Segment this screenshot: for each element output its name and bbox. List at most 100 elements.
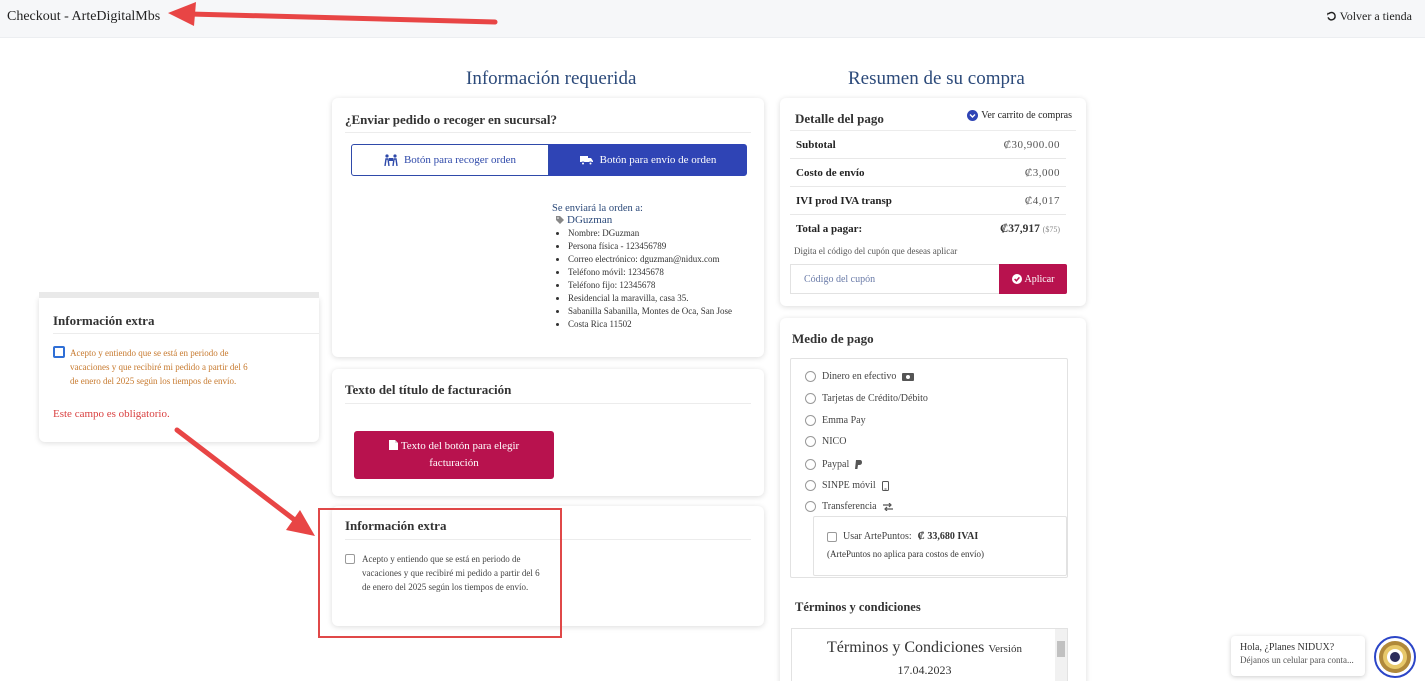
total-value: ₡37,917	[999, 223, 1040, 235]
required-error-text: Este campo es obligatorio.	[53, 408, 170, 420]
summary-row-subtotal: Subtotal ₡30,900.00	[790, 131, 1066, 159]
payment-option-label: Dinero en efectivo	[822, 371, 897, 382]
annotation-highlight-box	[318, 508, 562, 638]
summary-row-value: ₡4,017	[1024, 194, 1060, 207]
extra-info-title: Información extra	[53, 313, 155, 328]
terms-version-label: Versión	[988, 643, 1022, 655]
divider	[53, 333, 319, 334]
scrollbar-thumb[interactable]	[1057, 641, 1065, 657]
summary-row-label: Costo de envío	[796, 166, 865, 179]
radio-button[interactable]	[805, 371, 816, 382]
shipping-toggle: Botón para recoger orden Botón para enví…	[351, 144, 747, 176]
address-line: Nombre: DGuzman	[568, 227, 732, 240]
radio-button[interactable]	[805, 459, 816, 470]
annotation-arrow-extra-info	[174, 427, 315, 536]
address-line: Teléfono fijo: 12345678	[568, 279, 732, 292]
payment-option-label: Tarjetas de Crédito/Débito	[822, 393, 928, 404]
terms-scrollbar[interactable]	[1055, 629, 1067, 681]
apply-coupon-label: Aplicar	[1024, 273, 1055, 285]
summary-row-tax: IVI prod IVA transp ₡4,017	[790, 187, 1066, 215]
total-label: Total a pagar:	[796, 223, 863, 235]
payment-option-label: Transferencia	[822, 501, 877, 512]
terms-doc-heading: Términos y Condiciones Versión	[792, 639, 1057, 657]
payment-method-title: Medio de pago	[792, 331, 874, 346]
payment-options-box: Dinero en efectivo Tarjetas de Crédito/D…	[790, 358, 1068, 578]
chat-line-1: Hola, ¿Planes NIDUX?	[1240, 642, 1335, 653]
vacation-checkbox-invalid[interactable]	[53, 346, 65, 358]
file-icon	[388, 440, 398, 450]
radio-button[interactable]	[805, 436, 816, 447]
terms-title: Términos y condiciones	[795, 600, 921, 614]
summary-row-label: Subtotal	[796, 138, 836, 151]
shipping-card: ¿Enviar pedido o recoger en sucursal? Bo…	[332, 98, 764, 357]
choose-billing-button[interactable]: Texto del botón para elegir facturación	[354, 431, 554, 479]
chat-bubble[interactable]: Hola, ¿Planes NIDUX? Déjanos un celular …	[1231, 636, 1365, 676]
floating-extra-info-card: Información extra Acepto y entiendo que …	[39, 292, 319, 442]
payment-option-label: SINPE móvil	[822, 480, 876, 491]
billing-card: Texto del título de facturación Texto de…	[332, 369, 764, 496]
payment-detail-card: Detalle del pago Ver carrito de compras …	[780, 98, 1086, 306]
view-cart-label: Ver carrito de compras	[981, 110, 1072, 121]
payment-option-emma-pay[interactable]: Emma Pay	[805, 415, 866, 426]
undo-icon	[1326, 11, 1336, 21]
summary-row-shipping: Costo de envío ₡3,000	[790, 159, 1066, 187]
page-title: Checkout - ArteDigitalMbs	[7, 9, 161, 24]
use-points-checkbox[interactable]	[827, 531, 837, 542]
use-points-label: Usar ArtePuntos:	[843, 531, 912, 542]
pickup-order-label: Botón para recoger orden	[403, 154, 517, 166]
address-lines: Nombre: DGuzman Persona física - 1234567…	[552, 227, 732, 331]
summary-row-label: IVI prod IVA transp	[796, 194, 892, 207]
payment-option-sinpe[interactable]: SINPE móvil	[805, 480, 889, 491]
payment-option-label: Emma Pay	[822, 415, 866, 426]
payment-option-transfer[interactable]: Transferencia	[805, 501, 893, 512]
payment-option-label: Paypal	[822, 459, 850, 470]
address-line: Persona física - 123456789	[568, 240, 732, 253]
radio-button[interactable]	[805, 415, 816, 426]
people-carry-icon	[384, 154, 398, 166]
choose-billing-label: Texto del botón para elegir facturación	[400, 440, 520, 469]
ship-to-label: Se enviará la orden a:	[552, 203, 643, 214]
back-to-store-link[interactable]: Volver a tienda	[1326, 9, 1412, 24]
terms-scroll-box[interactable]: Términos y Condiciones Versión 17.04.202…	[791, 628, 1068, 681]
extra-info-checkbox-row[interactable]: Acepto y entiendo que se está en periodo…	[53, 346, 253, 388]
check-circle-icon	[1011, 274, 1022, 284]
payment-option-label: NICO	[822, 436, 847, 447]
payment-option-cash[interactable]: Dinero en efectivo	[805, 371, 915, 382]
required-info-heading: Información requerida	[466, 68, 637, 89]
coupon-input[interactable]: Código del cupón	[790, 264, 1000, 294]
payment-method-card: Medio de pago Dinero en efectivo Tarjeta…	[780, 318, 1086, 681]
money-bill-icon	[902, 372, 915, 381]
address-line: Teléfono móvil: 12345678	[568, 266, 732, 279]
radio-button[interactable]	[805, 393, 816, 404]
apply-coupon-button[interactable]: Aplicar	[999, 264, 1067, 294]
address-name[interactable]: DGuzman	[556, 214, 732, 226]
payment-option-nico[interactable]: NICO	[805, 436, 846, 447]
radio-button[interactable]	[805, 480, 816, 491]
vacation-checkbox-label: Acepto y entiendo que se está en periodo…	[70, 348, 248, 386]
view-cart-link[interactable]: Ver carrito de compras	[967, 110, 1072, 121]
purchase-summary-heading: Resumen de su compra	[848, 68, 1025, 89]
card-top-strip	[39, 292, 319, 298]
chevron-circle-down-icon	[967, 110, 979, 121]
address-line: Residencial la maravilla, casa 35.	[568, 292, 732, 305]
tag-icon	[556, 216, 564, 224]
points-value: ₡ 33,680 IVAI	[917, 531, 979, 542]
address-line: Correo electrónico: dguzman@nidux.com	[568, 253, 732, 266]
radio-button[interactable]	[805, 501, 816, 512]
address-line: Costa Rica 11502	[568, 318, 732, 331]
shipping-title: ¿Enviar pedido o recoger en sucursal?	[345, 112, 557, 127]
sunburst-logo-icon	[1379, 641, 1411, 673]
address-name-label: DGuzman	[567, 214, 613, 226]
payment-option-card[interactable]: Tarjetas de Crédito/Débito	[805, 393, 928, 404]
address-line: Sabanilla Sabanilla, Montes de Oca, San …	[568, 305, 732, 318]
use-points-row[interactable]: Usar ArtePuntos: ₡ 33,680 IVAI	[827, 531, 978, 542]
ship-order-label: Botón para envío de orden	[599, 154, 717, 166]
ship-order-button[interactable]: Botón para envío de orden	[549, 144, 747, 176]
terms-doc-title: Términos y Condiciones	[827, 639, 985, 656]
shipping-address-block: Se enviará la orden a: DGuzman Nombre: D…	[552, 203, 732, 331]
pickup-order-button[interactable]: Botón para recoger orden	[351, 144, 549, 176]
payment-option-paypal[interactable]: Paypal	[805, 459, 863, 470]
billing-title: Texto del título de facturación	[345, 382, 512, 397]
chat-avatar[interactable]	[1374, 636, 1416, 678]
summary-row-value: ₡3,000	[1024, 166, 1060, 179]
